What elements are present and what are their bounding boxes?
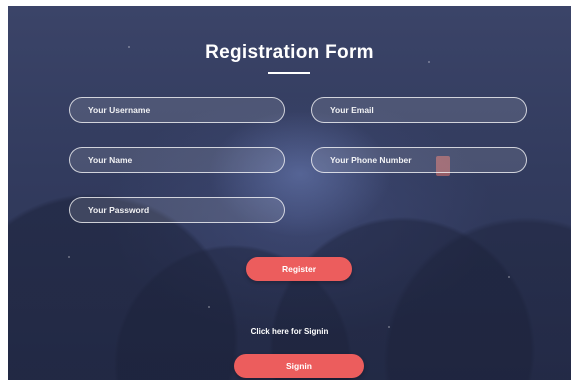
- signin-button[interactable]: Signin: [234, 354, 364, 378]
- register-button[interactable]: Register: [246, 257, 352, 281]
- background-speck: [208, 306, 210, 308]
- title-underline: [268, 72, 310, 74]
- name-input[interactable]: [69, 147, 285, 173]
- background-speck: [68, 256, 70, 258]
- username-input[interactable]: [69, 97, 285, 123]
- background-speck: [508, 276, 510, 278]
- registration-panel: Registration Form Register Click here fo…: [8, 6, 571, 380]
- form-title: Registration Form: [205, 42, 374, 63]
- phone-number-input[interactable]: [311, 147, 527, 173]
- password-input[interactable]: [69, 197, 285, 223]
- email-input[interactable]: [311, 97, 527, 123]
- signin-prompt-link[interactable]: Click here for Signin: [8, 327, 571, 336]
